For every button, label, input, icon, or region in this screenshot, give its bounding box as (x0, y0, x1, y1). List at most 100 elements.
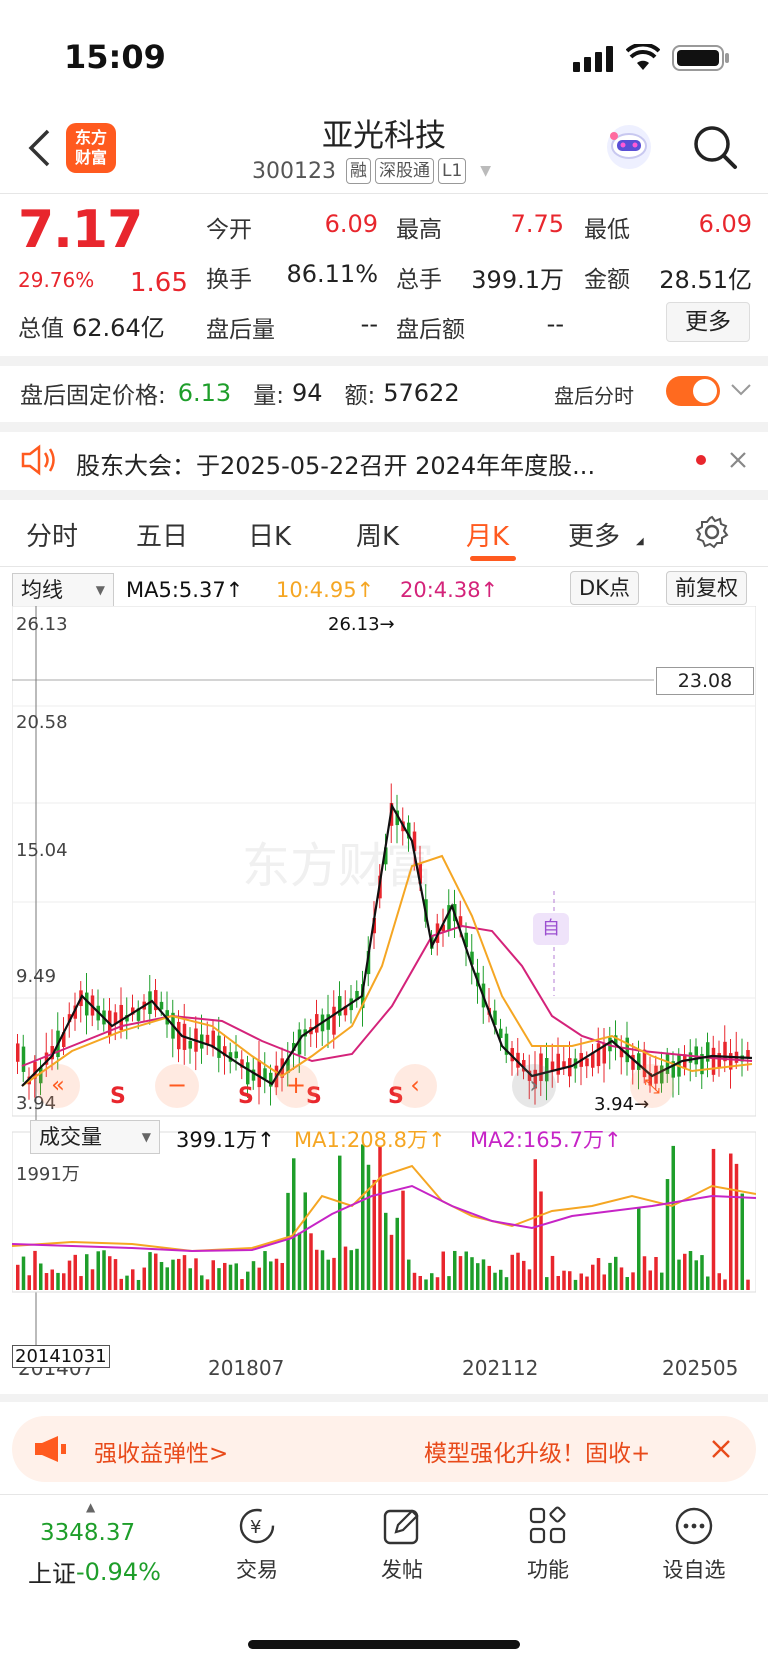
volume-bar (700, 1255, 704, 1290)
rewind-icon[interactable]: « (36, 1064, 80, 1108)
volume-bar (637, 1207, 641, 1290)
settings-gear-icon[interactable] (694, 514, 730, 554)
banner-close-icon[interactable] (710, 1438, 732, 1464)
tab-more[interactable]: 更多 (568, 516, 620, 553)
volume-bar (269, 1261, 273, 1290)
volume-bar (614, 1256, 618, 1290)
dk-point-button[interactable]: DK点 (570, 571, 639, 605)
volume-bar (366, 1164, 371, 1290)
volume-bar (395, 1217, 399, 1290)
stock-code-row[interactable]: 300123 融 深股通 L1 ▼ (252, 158, 491, 184)
volume-bar (550, 1255, 555, 1290)
volume-bar (591, 1264, 595, 1290)
volume-bar (407, 1259, 411, 1290)
notice-text[interactable]: 股东大会：于2025-05-22召开 2024年年度股... (76, 446, 666, 481)
volume-bar (113, 1259, 118, 1290)
active-tab-indicator (470, 556, 516, 561)
high-value: 7.75 (510, 210, 564, 238)
volume-bar (694, 1260, 698, 1290)
volume-bar (683, 1253, 687, 1290)
scroll-left-icon[interactable]: ‹ (393, 1064, 437, 1108)
candle-body (263, 1068, 267, 1079)
tag-level: L1 (437, 158, 467, 184)
volume-bar (125, 1275, 129, 1290)
volume-bar (631, 1272, 635, 1290)
volume-bar (458, 1256, 463, 1290)
tab-daily-k[interactable]: 日K (248, 516, 291, 553)
volume-label: 总手 (396, 267, 442, 293)
volume-bar (378, 1146, 382, 1290)
post-icon[interactable] (382, 1506, 422, 1550)
zoom-out-icon[interactable]: − (155, 1064, 199, 1108)
candle-body (550, 1061, 555, 1071)
volume-bar (171, 1259, 175, 1290)
candle-body (159, 1001, 164, 1010)
volume-bar (136, 1279, 141, 1290)
nav-function[interactable]: 功能 (498, 1554, 598, 1584)
divider (0, 422, 768, 432)
volume-bar (516, 1252, 520, 1290)
tab-five-day[interactable]: 五日 (136, 516, 188, 553)
tab-monthly-k[interactable]: 月K (466, 516, 509, 553)
robot-assistant-icon[interactable] (604, 122, 654, 176)
chevron-down-icon[interactable] (730, 382, 752, 402)
nav-trade[interactable]: 交易 (207, 1554, 307, 1584)
tab-weekly-k[interactable]: 周K (356, 516, 399, 553)
index-value[interactable]: 3348.37 (40, 1520, 135, 1546)
volume-bar (671, 1145, 675, 1290)
after-vol-value: 94 (291, 379, 323, 407)
volume-bar (522, 1260, 526, 1290)
volume-bar (579, 1273, 583, 1290)
crosshair-date: 20141031 (12, 1345, 110, 1368)
volume-bar (688, 1251, 693, 1290)
after-volume-label: 盘后量 (206, 317, 275, 343)
self-marker[interactable]: 自 (533, 913, 569, 945)
zoom-in-icon[interactable]: + (274, 1064, 318, 1108)
index-ticker[interactable]: 上证 -0.94% (28, 1554, 161, 1589)
sell-signal: S (110, 1084, 126, 1109)
volume-bar (412, 1272, 417, 1290)
nav-add-watchlist[interactable]: 设自选 (644, 1554, 744, 1584)
ma5-value: MA5:5.37↑ (126, 578, 244, 602)
function-grid-icon[interactable] (528, 1506, 568, 1550)
volume-bar (493, 1272, 497, 1290)
volume-indicator-select[interactable]: 成交量 ▼ (30, 1120, 160, 1154)
more-button[interactable]: 更多 (666, 302, 750, 342)
megaphone-icon (32, 1434, 68, 1468)
after-hours-toggle[interactable] (666, 376, 720, 406)
after-price-value: 6.13 (177, 379, 232, 407)
volume-bar (338, 1155, 342, 1290)
kline-chart[interactable]: 东方财富 (12, 606, 756, 1366)
candle-body (177, 1021, 181, 1050)
scroll-right-icon[interactable]: › (512, 1064, 556, 1108)
change-amount: 1.65 (130, 268, 188, 298)
volume-bar (108, 1256, 112, 1290)
volume-bar (246, 1271, 250, 1290)
nav-post[interactable]: 发帖 (352, 1554, 452, 1584)
volume-bar (96, 1251, 100, 1290)
close-icon[interactable] (728, 450, 748, 474)
volume-bar (154, 1253, 158, 1290)
volume-bar (487, 1265, 491, 1290)
trade-icon[interactable]: ¥ (236, 1506, 278, 1550)
home-indicator[interactable] (248, 1640, 520, 1649)
high-label: 最高 (396, 217, 442, 243)
fullscreen-icon[interactable]: ⤡ (630, 1064, 674, 1108)
dropdown-icon[interactable]: ▼ (480, 163, 491, 179)
ma10-value: 10:4.95↑ (276, 578, 375, 602)
after-amt-value: 57622 (383, 379, 460, 407)
volume-bar (706, 1276, 710, 1290)
last-price: 7.17 (18, 200, 143, 260)
volume-bar (280, 1262, 284, 1290)
volume-bar (44, 1273, 49, 1290)
index-name: 上证 (28, 1560, 76, 1588)
more-dots-icon[interactable] (674, 1506, 714, 1550)
tab-intraday[interactable]: 分时 (26, 516, 78, 553)
volume-bar (223, 1262, 227, 1290)
indicator-select[interactable]: 均线 ▼ (12, 573, 114, 607)
after-hours-chart-label: 盘后分时 (554, 384, 634, 408)
turnover-value: 86.11% (286, 260, 378, 288)
search-icon[interactable] (692, 124, 738, 174)
index-change: -0.94% (76, 1557, 161, 1586)
adjust-button[interactable]: 前复权 (666, 571, 747, 605)
